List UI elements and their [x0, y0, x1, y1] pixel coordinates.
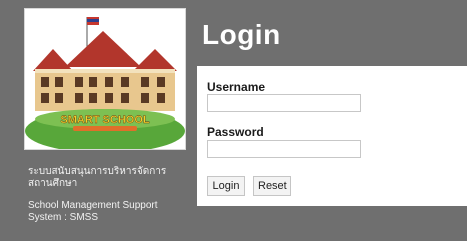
username-label: Username	[207, 80, 266, 94]
password-input[interactable]	[207, 140, 361, 158]
username-input[interactable]	[207, 94, 361, 112]
smart-school-logo-icon: SMART SCHOOL	[25, 9, 185, 149]
page-title: Login	[202, 19, 281, 50]
password-label: Password	[207, 125, 264, 139]
login-button[interactable]: Login	[207, 176, 245, 196]
login-page: SMART SCHOOL ระบบสนับสนุนการบริหารจัดการ…	[0, 0, 467, 241]
school-logo: SMART SCHOOL	[24, 8, 186, 150]
svg-text:SMART SCHOOL: SMART SCHOOL	[60, 114, 150, 126]
system-description-thai: ระบบสนับสนุนการบริหารจัดการ สถานศึกษา	[28, 166, 167, 189]
system-description-english: School Management Support System : SMSS	[28, 200, 158, 223]
reset-button[interactable]: Reset	[253, 176, 291, 196]
login-form-panel: Username Password Login Reset	[197, 66, 467, 206]
